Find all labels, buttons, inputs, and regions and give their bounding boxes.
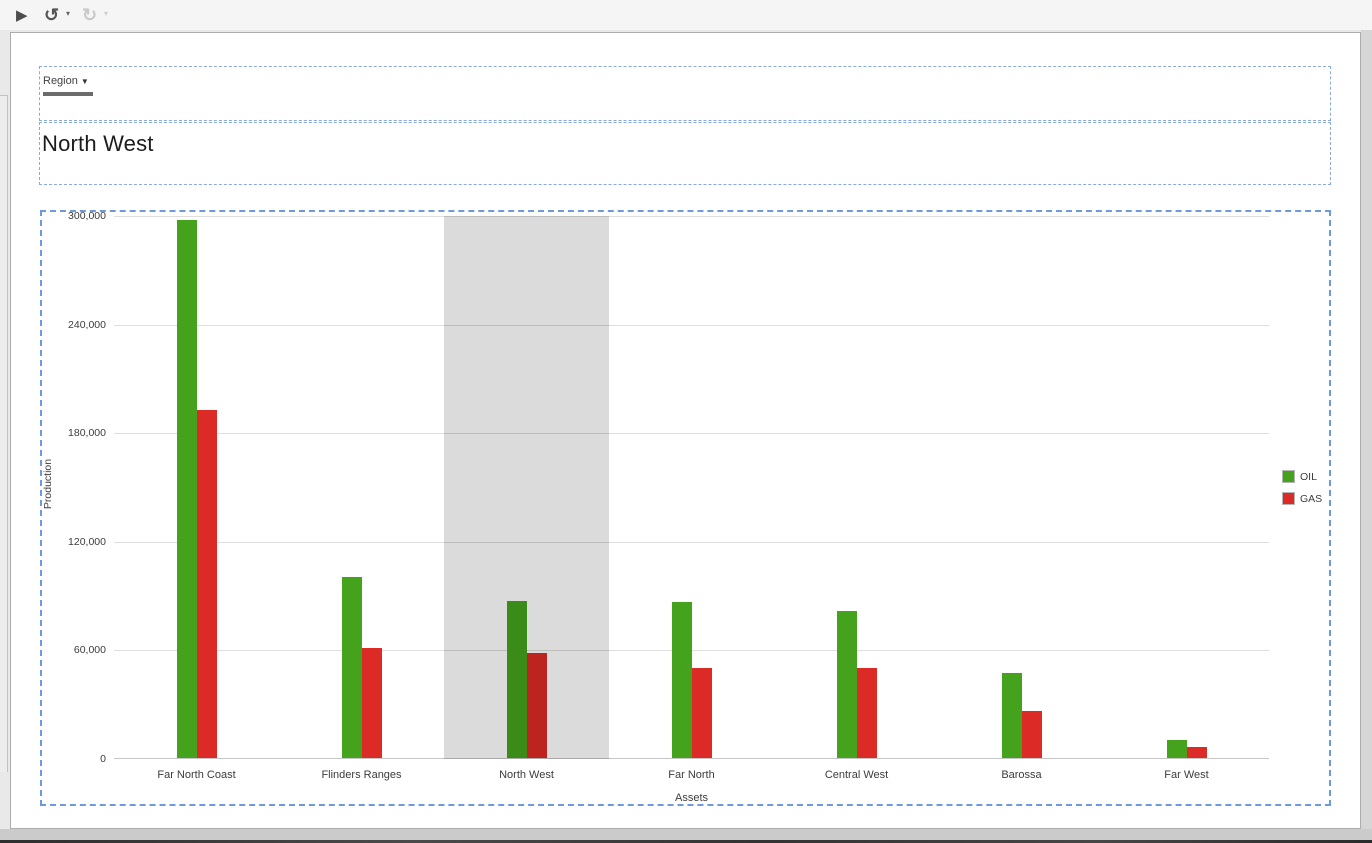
x-axis-category-label: Central West: [824, 769, 889, 781]
legend-swatch-oil: [1282, 470, 1295, 483]
legend-label: OIL: [1300, 470, 1317, 483]
report-designer-window: ▶ ↺ ▾ ↻ ▾ Region ▼ North West 0 60,000 120,…: [0, 0, 1372, 843]
y-axis-tick-label: 0: [100, 753, 106, 765]
gridline: [114, 216, 1269, 217]
bar-gas[interactable]: [856, 667, 877, 758]
y-axis-title: Production: [42, 458, 54, 510]
bar-oil[interactable]: [1001, 672, 1022, 758]
legend-swatch-gas: [1282, 492, 1295, 505]
parameter-panel[interactable]: Region ▼: [39, 66, 1331, 121]
undo-dropdown-caret-icon[interactable]: ▾: [66, 9, 70, 18]
x-axis-category-label: Far West: [1164, 769, 1209, 781]
bar-oil[interactable]: [1166, 739, 1187, 758]
y-axis-tick-label: 240,000: [68, 318, 106, 331]
bottom-gutter: [0, 829, 1372, 840]
report-title-textbox[interactable]: North West: [39, 122, 1331, 185]
bar-gas[interactable]: [691, 667, 712, 758]
y-axis-tick-label: 60,000: [73, 644, 106, 657]
gridline: [114, 433, 1269, 435]
parameter-label: Region: [43, 75, 78, 87]
redo-icon: ↻: [82, 5, 98, 25]
preview-toolbar: ▶ ↺ ▾ ↻ ▾: [0, 0, 1372, 30]
run-report-button[interactable]: ▶: [16, 3, 28, 29]
bar-oil[interactable]: [836, 611, 857, 758]
right-gutter: [1361, 30, 1372, 829]
x-axis-category-label: Flinders Ranges: [321, 769, 402, 781]
parameter-dropdown-control[interactable]: [43, 92, 93, 96]
x-axis-category-label: Far North: [668, 769, 715, 781]
gridline: [114, 541, 1269, 543]
bar-gas[interactable]: [361, 647, 382, 758]
plot-area[interactable]: 0 60,000 120,000 180,000 240,000 300,000 Far N…: [68, 210, 1269, 781]
x-axis-category-label: Far North Coast: [157, 769, 236, 781]
gridline: [114, 324, 1269, 326]
legend-label: GAS: [1300, 492, 1323, 505]
bar-chart-container[interactable]: 0 60,000 120,000 180,000 240,000 300,000 Far N…: [40, 210, 1331, 806]
y-axis-tick-label: 300,000: [68, 210, 106, 222]
undo-icon[interactable]: ↺: [44, 2, 59, 28]
legend-item[interactable]: GAS: [1282, 492, 1322, 505]
collapsed-pane-strip[interactable]: [0, 95, 8, 772]
x-axis-title: Assets: [674, 792, 708, 804]
bar-oil[interactable]: [341, 577, 362, 758]
report-title-text: North West: [42, 131, 154, 156]
highlighted-category-band: [444, 216, 609, 759]
x-axis-category-label: Barossa: [1001, 769, 1042, 781]
bar-gas[interactable]: [196, 410, 217, 758]
gridline: [114, 650, 1269, 652]
bar-oil[interactable]: [671, 602, 692, 758]
bar-oil[interactable]: [176, 220, 197, 758]
report-design-surface[interactable]: Region ▼ North West 0 60,000 120,000 180,000…: [10, 32, 1361, 829]
chevron-down-icon[interactable]: ▼: [81, 77, 89, 86]
redo-dropdown-caret-icon: ▾: [104, 9, 109, 18]
x-axis-category-label: North West: [499, 769, 554, 781]
legend-item[interactable]: OIL: [1282, 470, 1322, 483]
bar-gas[interactable]: [1021, 710, 1042, 758]
bar-gas[interactable]: [1186, 747, 1207, 758]
chart-legend[interactable]: OIL GAS: [1282, 470, 1322, 514]
